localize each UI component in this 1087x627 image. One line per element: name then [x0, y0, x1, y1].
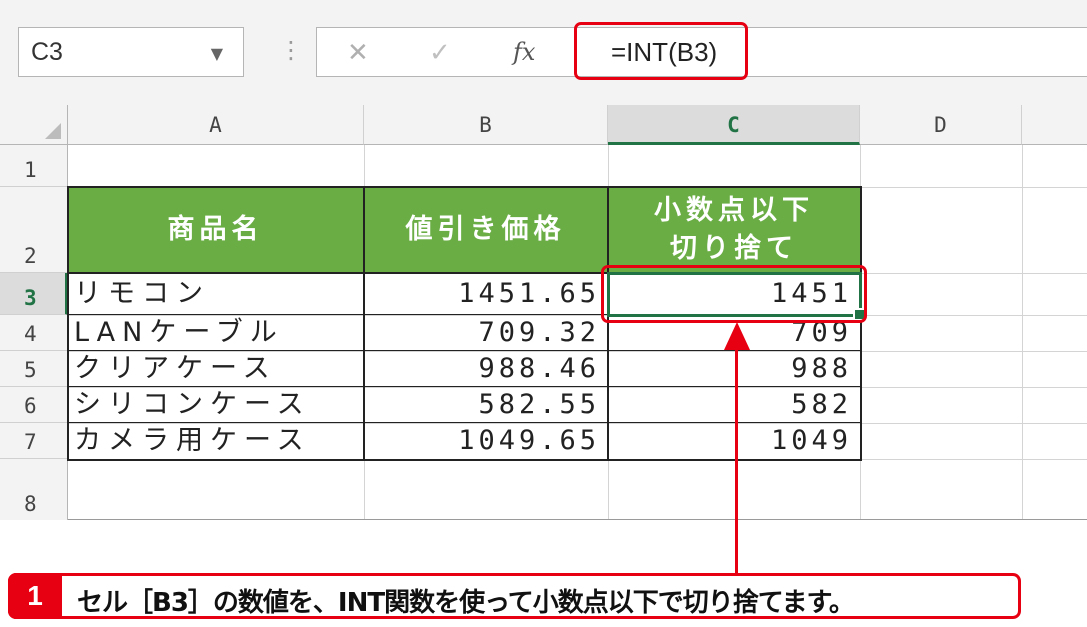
column-header-a[interactable]: A	[68, 105, 364, 145]
row-header-5[interactable]: 5	[0, 351, 68, 387]
table-divider	[68, 386, 861, 387]
table-divider	[363, 187, 365, 460]
row-header-8[interactable]: 8	[0, 459, 68, 520]
row-header-3[interactable]: 3	[0, 273, 68, 315]
table-divider	[68, 350, 861, 351]
column-header-e[interactable]	[1022, 105, 1087, 145]
step-number: 1	[8, 573, 62, 619]
arrow-head-icon	[724, 322, 750, 350]
row-header-4[interactable]: 4	[0, 315, 68, 351]
row-header-6[interactable]: 6	[0, 387, 68, 423]
table-divider	[607, 187, 609, 460]
gridline	[860, 145, 861, 520]
cell-c7[interactable]: 1049	[608, 423, 860, 459]
more-options-icon[interactable]: ⋮	[279, 36, 303, 64]
name-box-value: C3	[31, 38, 63, 66]
cell-b5[interactable]: 988.46	[364, 351, 608, 387]
arrow-line	[735, 348, 738, 575]
cell-b3[interactable]: 1451.65	[364, 273, 608, 315]
row-header-1[interactable]: 1	[0, 145, 68, 187]
cell-highlight	[601, 265, 867, 323]
name-box[interactable]: C3 ▼	[18, 27, 244, 77]
instruction-callout: 1 セル［B3］の数値を、INT関数を使って小数点以下で切り捨てます。	[8, 573, 1021, 619]
cell-c5[interactable]: 988	[608, 351, 860, 387]
cell-b4[interactable]: 709.32	[364, 315, 608, 351]
header-product-name[interactable]: 商品名	[68, 187, 364, 273]
gridline	[1022, 145, 1023, 520]
cancel-icon[interactable]: ✕	[347, 38, 369, 68]
row-header-2[interactable]: 2	[0, 187, 68, 273]
gridline	[68, 459, 1087, 460]
instruction-text: セル［B3］の数値を、INT関数を使って小数点以下で切り捨てます。	[77, 588, 855, 618]
header-truncated[interactable]: 小数点以下 切り捨て	[608, 187, 860, 273]
chevron-down-icon[interactable]: ▼	[211, 44, 223, 63]
enter-icon[interactable]: ✓	[429, 38, 451, 68]
cell-a6[interactable]: シリコンケース	[68, 387, 364, 423]
cell-a5[interactable]: クリアケース	[68, 351, 364, 387]
column-header-b[interactable]: B	[364, 105, 608, 145]
cell-a4[interactable]: LANケーブル	[68, 315, 364, 351]
cell-a3[interactable]: リモコン	[68, 273, 364, 315]
formula-bar: C3 ▼ ⋮ ✕ ✓ fx =INT(B3)	[0, 0, 1087, 106]
cell-b6[interactable]: 582.55	[364, 387, 608, 423]
cell-a7[interactable]: カメラ用ケース	[68, 423, 364, 459]
column-header-c[interactable]: C	[608, 105, 860, 145]
column-header-d[interactable]: D	[860, 105, 1022, 145]
spreadsheet-grid[interactable]: A B C D 1 2 3 4 5 6 7 8 商品名 値引き価格 小数点以下 …	[0, 105, 1087, 520]
formula-highlight	[574, 22, 748, 80]
cell-c6[interactable]: 582	[608, 387, 860, 423]
row-header-7[interactable]: 7	[0, 423, 68, 459]
gridline	[68, 519, 1087, 520]
table-divider	[68, 422, 861, 423]
header-discount-price[interactable]: 値引き価格	[364, 187, 608, 273]
select-all-corner[interactable]	[0, 105, 68, 145]
insert-function-icon[interactable]: fx	[513, 38, 535, 66]
cell-b7[interactable]: 1049.65	[364, 423, 608, 459]
